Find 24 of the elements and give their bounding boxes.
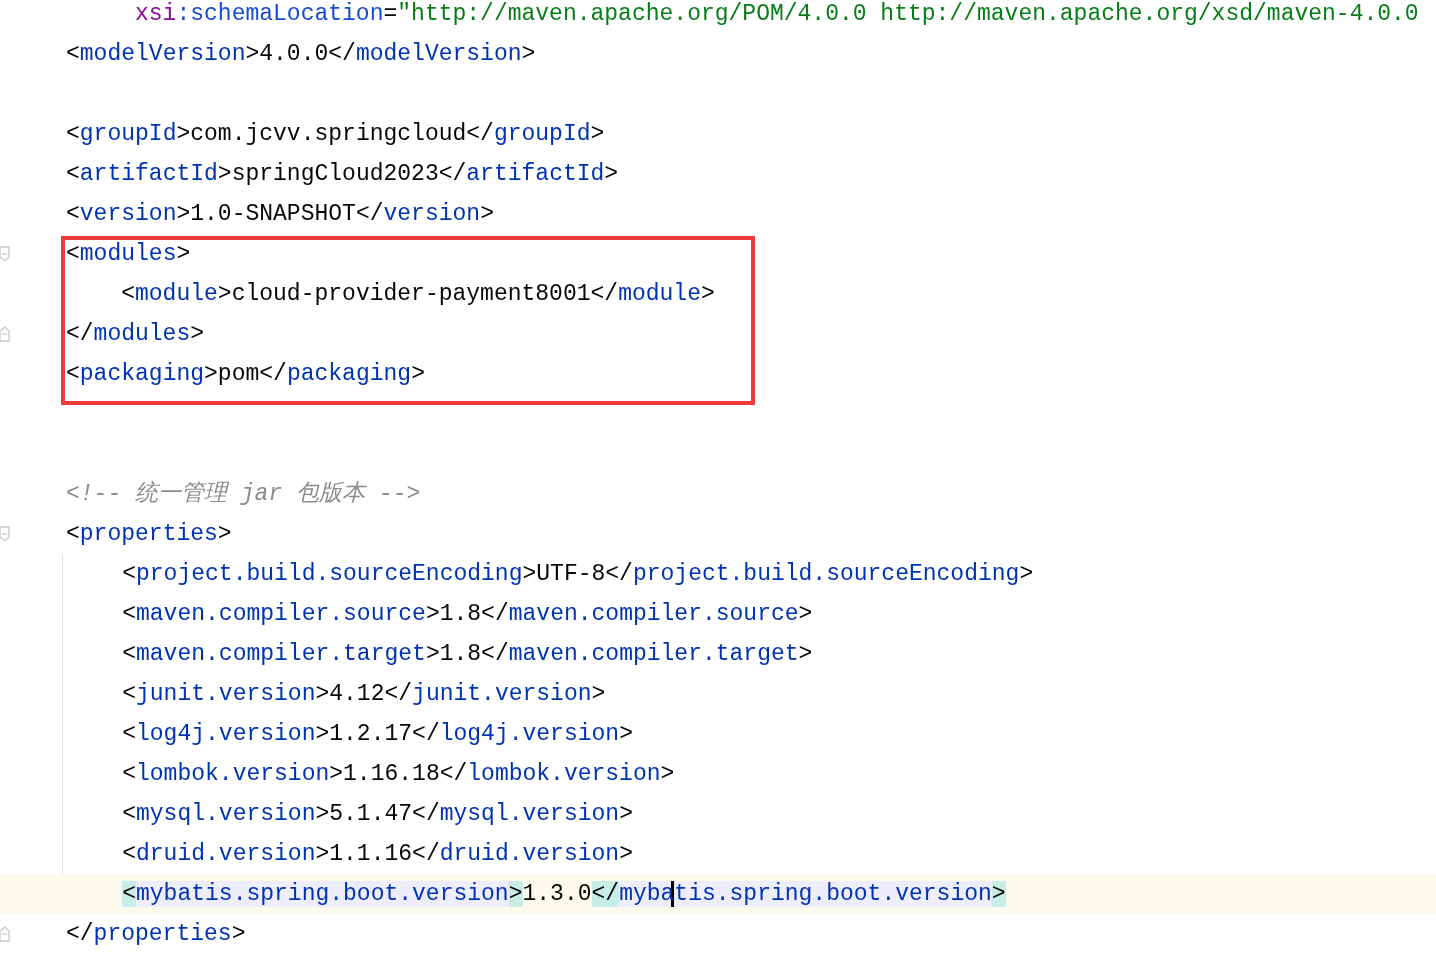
fold-marker-icon[interactable] [0,926,10,942]
code-line: <project.build.sourceEncoding>UTF-8</project.build.sourceEncoding> [122,560,1034,589]
fold-marker-icon[interactable] [0,526,10,542]
fold-marker-icon[interactable] [0,246,10,262]
code-line: <packaging>pom</packaging> [66,360,425,389]
code-line: <log4j.version>1.2.17</log4j.version> [122,720,633,749]
code-line: <modelVersion>4.0.0</modelVersion> [66,40,536,69]
code-line: <version>1.0-SNAPSHOT</version> [66,200,494,229]
code-line: <maven.compiler.target>1.8</maven.compiler.target> [122,640,813,669]
code-line: <module>cloud-provider-payment8001</module> [121,280,715,309]
code-line: </properties> [66,920,246,949]
code-line: </modules> [66,320,205,349]
code-line: <mysql.version>5.1.47</mysql.version> [122,800,633,829]
fold-marker-icon[interactable] [0,326,10,342]
code-continuation-line: xsi:schemaLocation="http://maven.apache.org/POM/4.0.0 http://maven.apache.org/xsd/maven-4.0.0 [135,0,1419,29]
code-line: <druid.version>1.1.16</druid.version> [122,840,633,869]
code-line: <properties> [66,520,232,549]
code-line: <groupId>com.jcvv.springcloud</groupId> [66,120,605,149]
code-line: <junit.version>4.12</junit.version> [122,680,606,709]
code-line: <modules> [66,240,191,269]
code-line: <maven.compiler.source>1.8</maven.compiler.source> [122,600,813,629]
code-line: <!-- 统一管理 jar 包版本 --> [66,480,421,509]
code-line: <lombok.version>1.16.18</lombok.version> [122,760,675,789]
code-line: <artifactId>springCloud2023</artifactId> [66,160,619,189]
